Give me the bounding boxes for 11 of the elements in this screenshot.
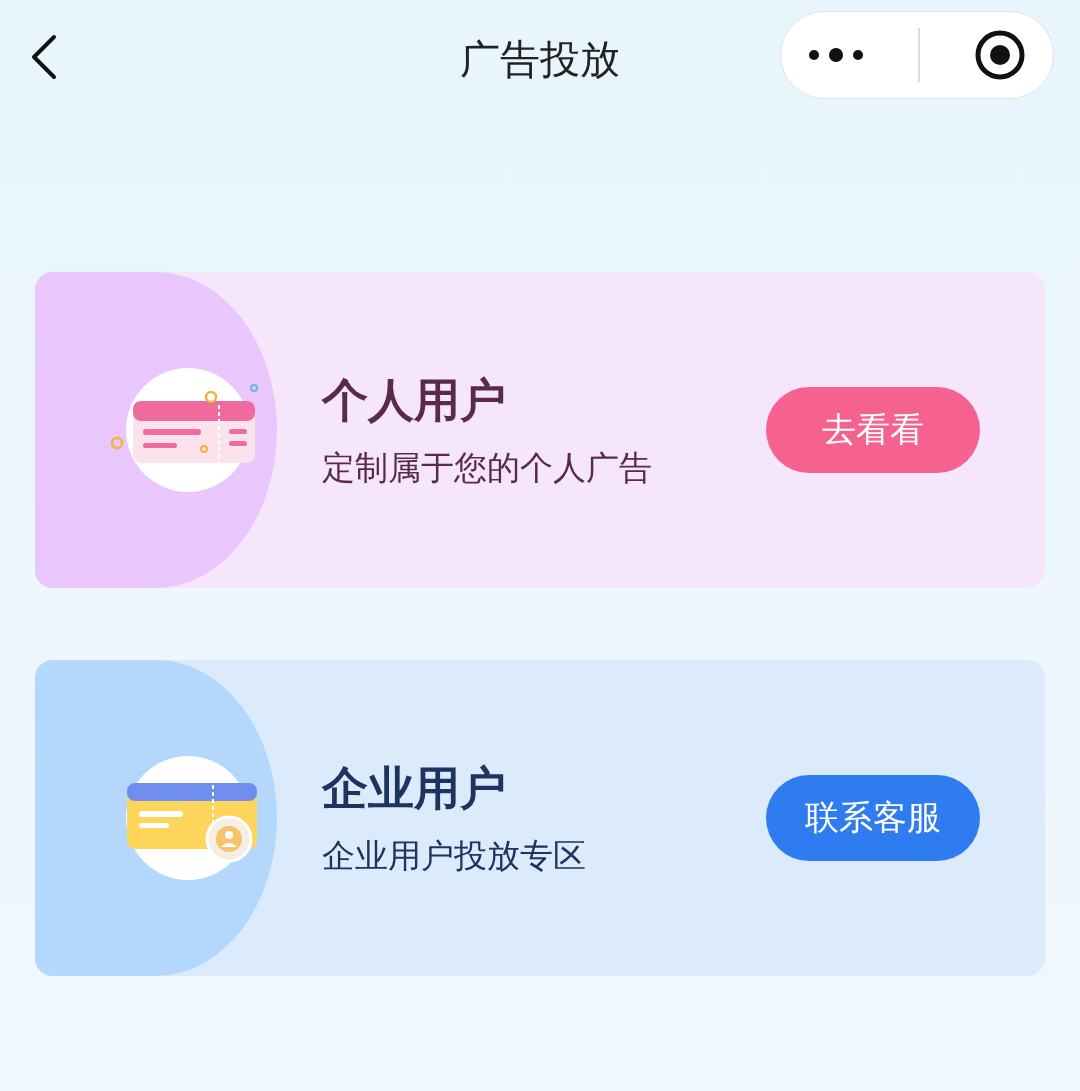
action-button[interactable]: 去看看 [766,387,980,473]
page-title: 广告投放 [459,35,621,84]
card-subtitle: 企业用户投放专区 [322,834,587,877]
back-icon[interactable] [30,34,58,80]
close-icon[interactable] [974,29,1026,81]
action-button[interactable]: 联系客服 [766,775,980,861]
card-title: 企业用户 [322,759,507,817]
ticket-icon [111,365,261,495]
card-title: 个人用户 [322,371,507,429]
more-icon[interactable] [808,48,864,62]
card-subtitle: 定制属于您的个人广告 [322,446,653,489]
